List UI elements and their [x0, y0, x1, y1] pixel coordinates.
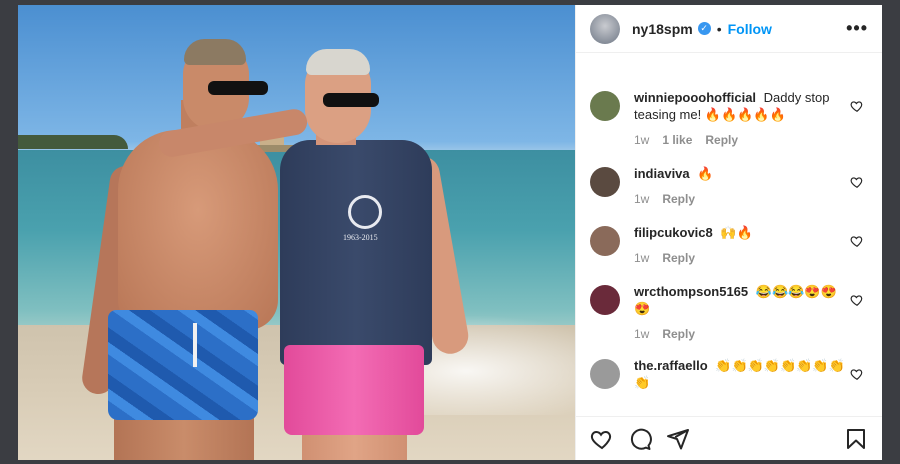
shirt-logo [348, 195, 382, 229]
comment-body: winniepooohofficial Daddy stop teasing m… [634, 89, 849, 147]
separator-dot: • [716, 20, 722, 37]
comment-text-line: filipcukovic8 🙌🔥 [634, 224, 849, 241]
post-username[interactable]: ny18spm [632, 21, 693, 37]
reply-button[interactable]: Reply [662, 192, 695, 206]
comment-time: 1w [634, 251, 650, 265]
heart-icon[interactable] [850, 367, 864, 381]
reply-button[interactable]: Reply [662, 327, 695, 341]
comment-meta: 1w Reply [634, 251, 849, 265]
comment-item: indiaviva 🔥 1w Reply [576, 165, 882, 206]
person-right-hair [306, 49, 370, 75]
comment-time: 1w [634, 327, 650, 341]
commenter-avatar[interactable] [590, 91, 620, 121]
comment-item: wrcthompson5165 😂😂😂😍😍😍 1w Reply [576, 283, 882, 341]
comment-meta: 1w 1 like Reply [634, 133, 849, 147]
shorts-drawstring [193, 323, 197, 367]
comment-icon[interactable] [628, 427, 652, 451]
heart-icon[interactable] [850, 293, 864, 307]
reply-button[interactable]: Reply [705, 133, 738, 147]
more-options-icon[interactable]: ••• [846, 18, 868, 39]
person-left-shorts [108, 310, 258, 420]
commenter-username[interactable]: winniepooohofficial [634, 90, 756, 105]
comment-body: indiaviva 🔥 1w Reply [634, 165, 849, 206]
commenter-avatar[interactable] [590, 226, 620, 256]
comment-text-line: wrcthompson5165 😂😂😂😍😍😍 [634, 283, 849, 317]
commenter-username[interactable]: filipcukovic8 [634, 225, 713, 240]
share-icon[interactable] [666, 427, 690, 451]
comment-time: 1w [634, 192, 650, 206]
comment-body: wrcthompson5165 😂😂😂😍😍😍 1w Reply [634, 283, 849, 341]
commenter-avatar[interactable] [590, 167, 620, 197]
avatar[interactable] [590, 13, 620, 44]
comment-body: the.raffaello 👏👏👏👏👏👏👏👏👏 [634, 357, 849, 391]
comment-item: winniepooohofficial Daddy stop teasing m… [576, 89, 882, 147]
commenter-username[interactable]: indiaviva [634, 166, 690, 181]
comments-panel: ny18spm ✓ • Follow ••• winniepooohoffici… [575, 5, 882, 460]
heart-icon[interactable] [850, 175, 864, 189]
comment-text: 🙌🔥 [720, 225, 753, 240]
comment-likes[interactable]: 1 like [662, 133, 692, 147]
comment-item: filipcukovic8 🙌🔥 1w Reply [576, 224, 882, 265]
commenter-username[interactable]: the.raffaello [634, 358, 708, 373]
comment-text-line: winniepooohofficial Daddy stop teasing m… [634, 89, 849, 123]
person-left-hair [184, 39, 246, 65]
comment-meta: 1w Reply [634, 327, 849, 341]
reply-button[interactable]: Reply [662, 251, 695, 265]
follow-button[interactable]: Follow [728, 21, 772, 37]
verified-badge-icon: ✓ [697, 22, 711, 35]
commenter-username[interactable]: wrcthompson5165 [634, 284, 748, 299]
shirt-logo-text: 1963-2015 [343, 233, 378, 242]
comment-time: 1w [634, 133, 650, 147]
post-photo[interactable]: 1963-2015 [18, 5, 575, 460]
post-header: ny18spm ✓ • Follow ••• [576, 5, 882, 53]
commenter-avatar[interactable] [590, 359, 620, 389]
person-right-shorts [284, 345, 424, 435]
post-modal: 1963-2015 ny18spm ✓ • Follow ••• winniep… [18, 5, 882, 460]
comment-text-line: indiaviva 🔥 [634, 165, 849, 182]
comment-meta: 1w Reply [634, 192, 849, 206]
heart-icon[interactable] [590, 427, 614, 451]
comment-text: 🔥 [697, 166, 714, 181]
commenter-avatar[interactable] [590, 285, 620, 315]
comment-list[interactable]: winniepooohofficial Daddy stop teasing m… [576, 53, 882, 391]
comment-body: filipcukovic8 🙌🔥 1w Reply [634, 224, 849, 265]
person-right-sunglasses [323, 93, 379, 107]
person-right-tank-top [280, 140, 432, 365]
person-left-torso [118, 130, 278, 330]
bookmark-icon[interactable] [844, 427, 868, 451]
comment-item: the.raffaello 👏👏👏👏👏👏👏👏👏 [576, 357, 882, 391]
action-bar [576, 416, 882, 460]
comment-text-line: the.raffaello 👏👏👏👏👏👏👏👏👏 [634, 357, 849, 391]
person-left-sunglasses [208, 81, 268, 95]
islet [18, 135, 128, 149]
heart-icon[interactable] [850, 99, 864, 113]
heart-icon[interactable] [850, 234, 864, 248]
